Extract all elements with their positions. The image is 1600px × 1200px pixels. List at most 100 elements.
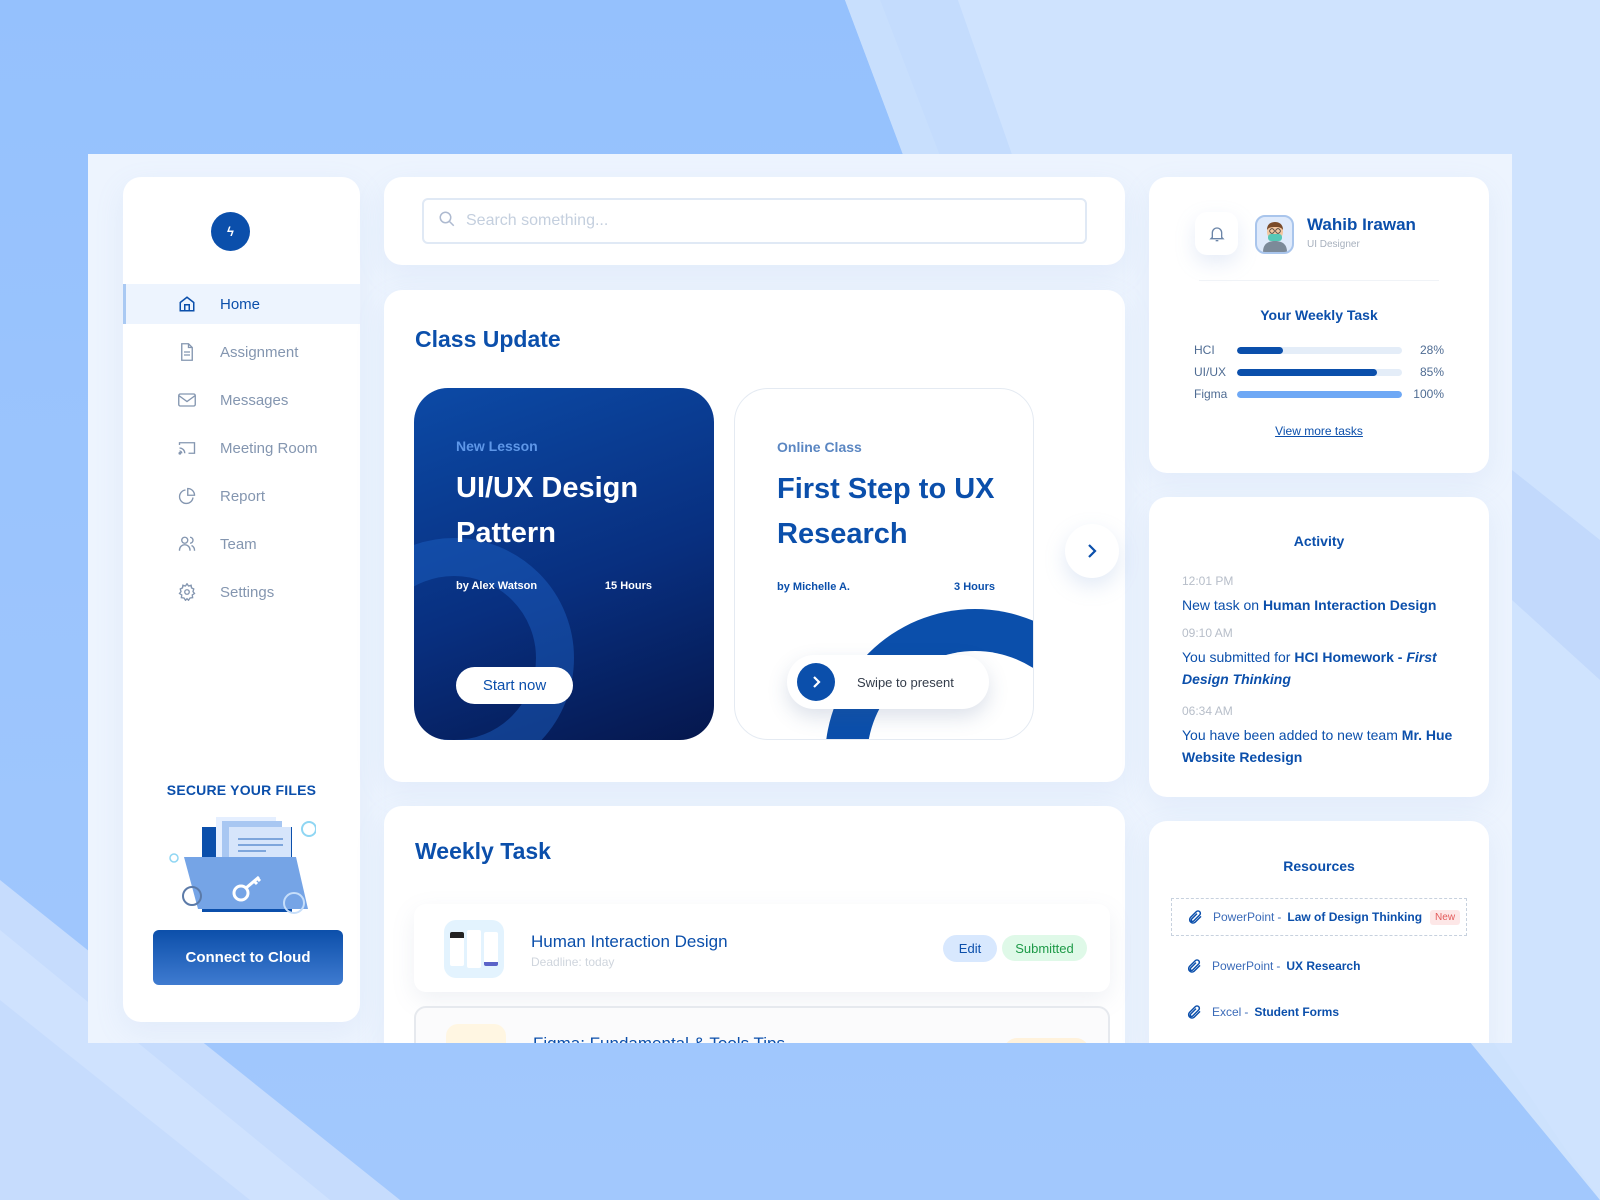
paperclip-icon — [1186, 1004, 1202, 1020]
divider — [1199, 280, 1439, 281]
chevron-right-icon — [1088, 544, 1097, 558]
task-name: Figma: Fundamental & Tools Tips — [533, 1034, 785, 1043]
activity-link[interactable]: Human Interaction Design — [1263, 597, 1436, 613]
lesson-tag: New Lesson — [456, 438, 538, 454]
sidebar-item-label: Settings — [220, 583, 275, 601]
activity-text: New task on Human Interaction Design — [1182, 597, 1437, 613]
task-row[interactable]: Human Interaction Design Deadline: today… — [414, 904, 1110, 992]
activity-item: 09:10 AM You submitted for HCI Homework … — [1182, 626, 1457, 690]
activity-title: Activity — [1293, 533, 1345, 549]
document-icon — [178, 343, 196, 361]
task-name: Human Interaction Design — [531, 932, 728, 951]
swipe-label: Swipe to present — [857, 674, 954, 690]
weekly-task-title: Weekly Task — [415, 838, 551, 864]
lesson-title: First Step to UX Research — [777, 473, 995, 550]
resources-title: Resources — [1283, 858, 1355, 874]
resource-item[interactable]: Excel - Student Forms — [1171, 993, 1467, 1031]
team-icon — [178, 535, 196, 553]
lesson-card-ux-research[interactable]: Online Class First Step to UX Research b… — [734, 388, 1034, 740]
sidebar-item-label: Meeting Room — [220, 439, 318, 457]
sidebar-item-label: Home — [220, 295, 261, 313]
progress-fill — [1236, 346, 1284, 354]
user-role: UI Designer — [1307, 239, 1360, 250]
search-icon — [438, 210, 456, 233]
mail-icon — [178, 391, 196, 409]
sidebar-item-assignment[interactable]: Assignment — [123, 332, 360, 372]
progress-bar — [1236, 368, 1403, 376]
resources-card: Resources PowerPoint - Law of Design Think… — [1149, 821, 1489, 1043]
start-now-button[interactable]: Start now — [456, 667, 573, 704]
status-badge: Submitted — [1002, 935, 1087, 961]
sidebar-item-meeting-room[interactable]: Meeting Room — [123, 428, 360, 468]
user-name: Wahib Irawan — [1307, 215, 1416, 234]
paperclip-icon — [1187, 909, 1203, 925]
gear-icon — [178, 583, 196, 601]
promo-title: SECURE YOUR FILES — [166, 782, 317, 798]
swipe-to-present-slider[interactable]: Swipe to present — [787, 655, 989, 709]
home-icon — [178, 295, 196, 313]
sidebar-item-team[interactable]: Team — [123, 524, 360, 564]
sidebar-item-home[interactable]: Home — [123, 284, 360, 324]
sidebar-item-settings[interactable]: Settings — [123, 572, 360, 612]
lesson-card-uiux[interactable]: New Lesson UI/UX Design Pattern by Alex … — [414, 388, 714, 740]
app-logo[interactable]: ϟ — [211, 212, 250, 251]
weekly-task-card: Weekly Task Human Interaction Design Dea… — [384, 806, 1125, 1043]
search-bar[interactable] — [422, 198, 1087, 244]
swipe-handle[interactable] — [797, 663, 835, 701]
chevron-right-icon — [813, 676, 821, 688]
lesson-hours: 15 Hours — [604, 580, 652, 592]
activity-time: 12:01 PM — [1182, 574, 1234, 588]
resource-item[interactable]: PowerPoint - UX Research — [1171, 947, 1467, 985]
activity-time: 06:34 AM — [1182, 704, 1233, 718]
cast-icon — [178, 439, 196, 457]
lesson-title: UI/UX Design Pattern — [456, 472, 639, 549]
resource-item[interactable]: PowerPoint - Law of Design Thinking New — [1171, 898, 1467, 936]
progress-value: 85% — [1419, 365, 1444, 379]
bell-icon — [1208, 226, 1225, 241]
next-lesson-button[interactable] — [1065, 524, 1119, 578]
progress-value: 100% — [1413, 387, 1444, 401]
avatar[interactable] — [1255, 215, 1294, 254]
edit-task-button[interactable]: Edit — [943, 935, 997, 962]
progress-value: 28% — [1419, 343, 1444, 357]
view-more-tasks-link[interactable]: View more tasks — [1149, 424, 1489, 438]
task-deadline: Deadline: today — [531, 955, 615, 969]
progress-bar — [1236, 346, 1403, 354]
connect-to-cloud-button[interactable]: Connect to Cloud — [153, 930, 343, 985]
decorative-ring — [414, 538, 574, 740]
search-input[interactable] — [466, 212, 1046, 230]
activity-item: 06:34 AM You have been added to new team… — [1182, 704, 1457, 768]
your-weekly-task-title: Your Weekly Task — [1260, 307, 1378, 323]
task-thumbnail — [446, 1024, 506, 1043]
sidebar-item-label: Messages — [220, 391, 289, 409]
progress-label: HCI — [1194, 343, 1215, 357]
progress-fill — [1236, 390, 1403, 398]
lesson-hours: 3 Hours — [954, 581, 995, 593]
secure-folder-illustration — [169, 817, 316, 914]
activity-text: You submitted for HCI Homework - First D… — [1182, 649, 1437, 687]
class-update-title: Class Update — [415, 326, 561, 352]
progress-bar — [1236, 390, 1403, 398]
progress-label: UI/UX — [1194, 365, 1227, 379]
activity-time: 09:10 AM — [1182, 626, 1233, 640]
notifications-button[interactable] — [1195, 212, 1238, 255]
sidebar-item-label: Assignment — [220, 343, 299, 361]
progress-fill — [1236, 368, 1378, 376]
sidebar: ϟ Home Assignment Messages Meeting Room … — [123, 177, 360, 1022]
activity-link[interactable]: HCI Homework - — [1294, 649, 1406, 665]
activity-text: You have been added to new team Mr. Hue … — [1182, 727, 1453, 765]
sidebar-item-label: Team — [220, 535, 257, 553]
paperclip-icon — [1186, 958, 1202, 974]
sidebar-nav: Home Assignment Messages Meeting Room Re… — [123, 284, 360, 620]
profile-card: Wahib Irawan UI Designer Your Weekly Tas… — [1149, 177, 1489, 473]
lesson-author: by Michelle A. — [777, 581, 850, 593]
progress-row-uiux: UI/UX 85% — [1194, 363, 1444, 381]
sidebar-item-report[interactable]: Report — [123, 476, 360, 516]
lesson-author: by Alex Watson — [456, 580, 538, 592]
sidebar-item-messages[interactable]: Messages — [123, 380, 360, 420]
task-row[interactable]: Figma: Fundamental & Tools Tips — [414, 1006, 1110, 1043]
activity-card: Activity 12:01 PM New task on Human Inte… — [1149, 497, 1489, 797]
logo-icon: ϟ — [227, 224, 234, 239]
avatar-image — [1262, 222, 1287, 252]
sidebar-item-label: Report — [220, 487, 266, 505]
